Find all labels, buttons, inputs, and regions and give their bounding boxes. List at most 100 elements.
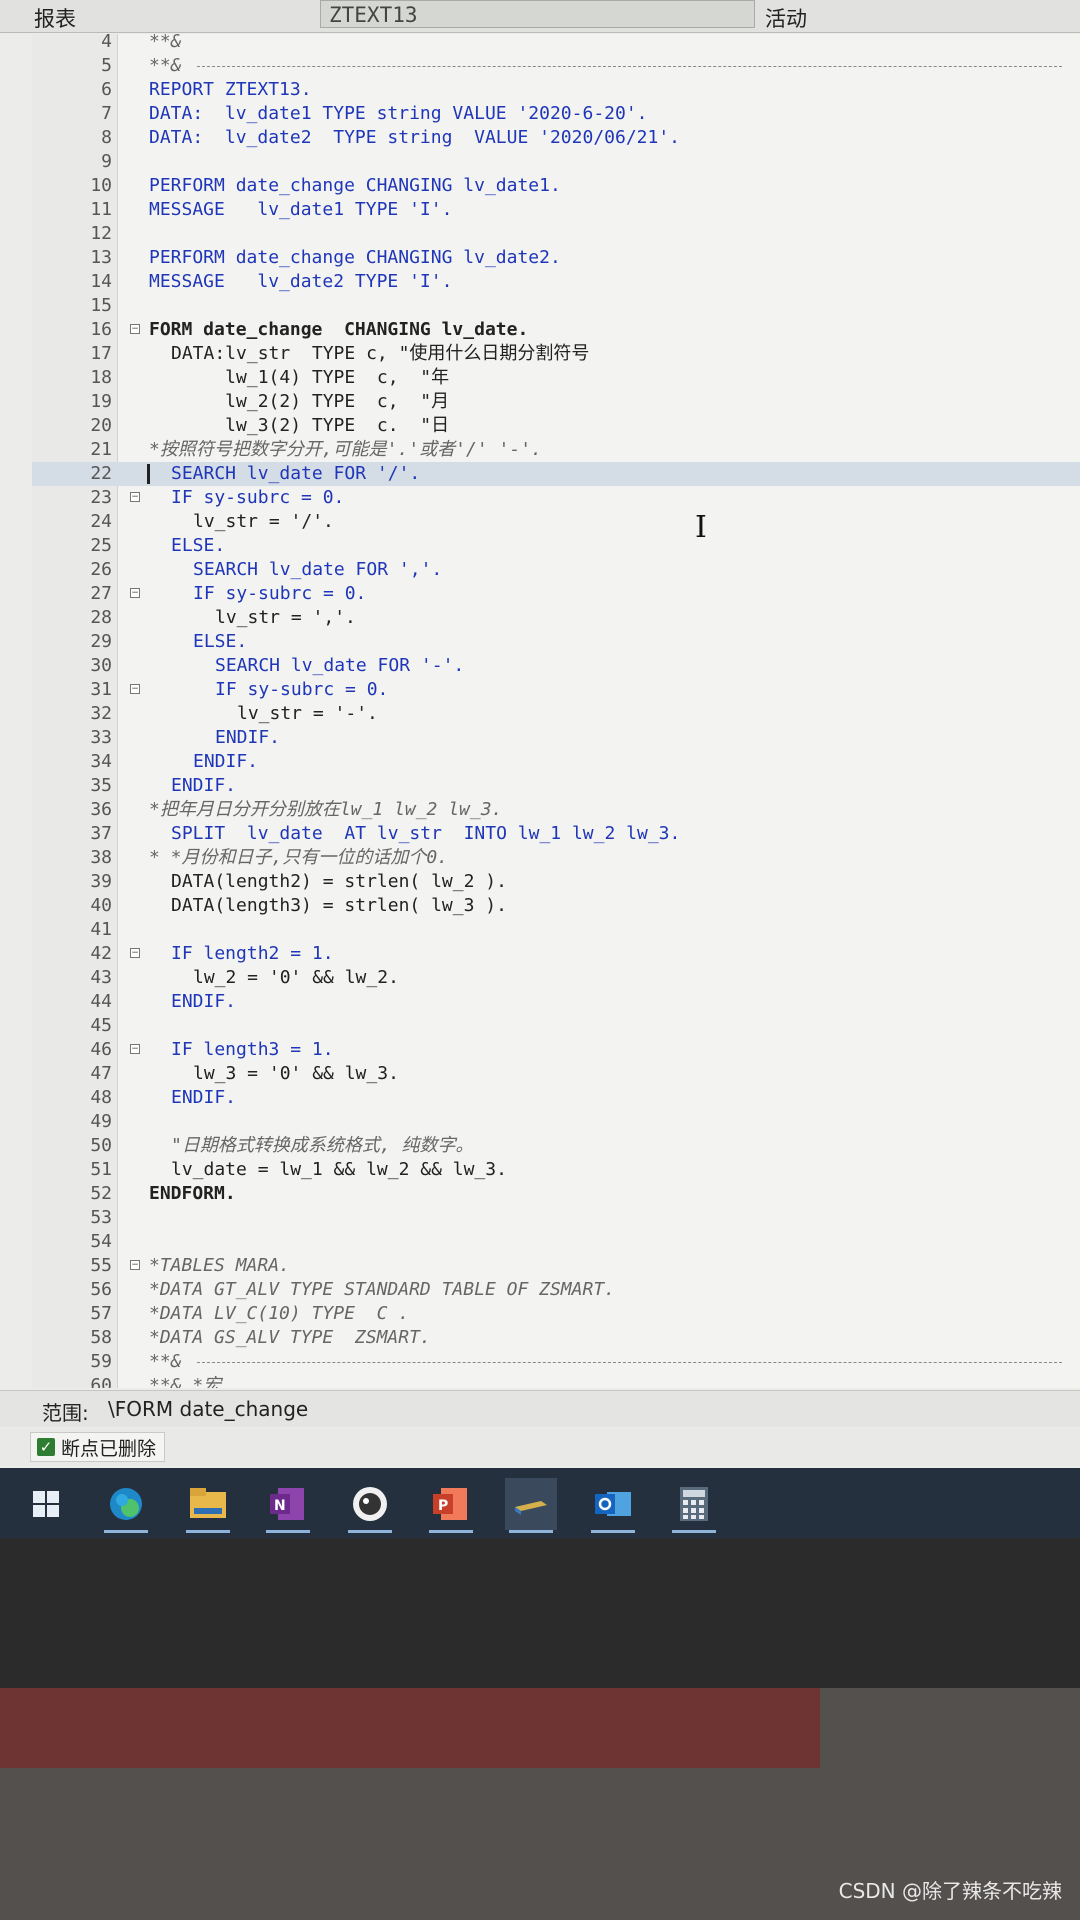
line-number: 12 (90, 223, 112, 244)
fold-toggle-icon[interactable]: − (130, 324, 140, 334)
code-line[interactable]: 60 **& *宏 (32, 1374, 1080, 1388)
onenote-icon[interactable]: N (262, 1478, 314, 1533)
code-line[interactable]: 59 **& (32, 1350, 1080, 1374)
line-number: 26 (90, 559, 112, 580)
code-line[interactable]: 31 − IF sy-subrc = 0. (32, 678, 1080, 702)
status-label: 活动 (765, 7, 807, 31)
fold-toggle-icon[interactable]: − (130, 948, 140, 958)
powerpoint-icon[interactable]: P (425, 1478, 477, 1533)
line-number: 24 (90, 511, 112, 532)
code-line[interactable]: 27 − IF sy-subrc = 0. (32, 582, 1080, 606)
line-number: 43 (90, 967, 112, 988)
code-line[interactable]: 51 lv_date = lw_1 && lw_2 && lw_3. (32, 1158, 1080, 1182)
code-line[interactable]: 40 DATA(length3) = strlen( lw_3 ). (32, 894, 1080, 918)
code-line[interactable]: 53 (32, 1206, 1080, 1230)
code-text: ELSE. (171, 535, 226, 556)
fold-toggle-icon[interactable]: − (130, 1044, 140, 1054)
line-number: 20 (90, 415, 112, 436)
line-number: 31 (90, 679, 112, 700)
code-line[interactable]: 6 REPORT ZTEXT13. (32, 78, 1080, 102)
code-line[interactable]: 5 **& (32, 54, 1080, 78)
code-line[interactable]: 50 "日期格式转换成系统格式, 纯数字。 (32, 1134, 1080, 1158)
code-text: PERFORM date_change CHANGING lv_date2. (149, 247, 561, 268)
windows-start-icon[interactable] (20, 1478, 72, 1530)
code-line[interactable]: 39 DATA(length2) = strlen( lw_2 ). (32, 870, 1080, 894)
code-line[interactable]: 33 ENDIF. (32, 726, 1080, 750)
code-line[interactable]: 7 DATA: lv_date1 TYPE string VALUE '2020-… (32, 102, 1080, 126)
app-icon[interactable] (344, 1478, 396, 1533)
code-line[interactable]: 11 MESSAGE lv_date1 TYPE 'I'. (32, 198, 1080, 222)
code-line[interactable]: 55 − *TABLES MARA. (32, 1254, 1080, 1278)
code-line[interactable]: 24 lv_str = '/'. (32, 510, 1080, 534)
program-name-field[interactable]: ZTEXT13 (320, 0, 755, 28)
code-line[interactable]: 34 ENDIF. (32, 750, 1080, 774)
code-line[interactable]: 17 DATA:lv_str TYPE c, "使用什么日期分割符号 (32, 342, 1080, 366)
code-line[interactable]: 38 * *月份和日子,只有一位的话加个0. (32, 846, 1080, 870)
code-line[interactable]: 28 lv_str = ','. (32, 606, 1080, 630)
code-line[interactable]: 12 (32, 222, 1080, 246)
code-text: ENDIF. (215, 727, 281, 748)
code-line[interactable]: 18 lw_1(4) TYPE c, "年 (32, 366, 1080, 390)
code-line[interactable]: 10 PERFORM date_change CHANGING lv_date1. (32, 174, 1080, 198)
code-line[interactable]: 35 ENDIF. (32, 774, 1080, 798)
code-line[interactable]: 26 SEARCH lv_date FOR ','. (32, 558, 1080, 582)
scope-bar: 范围: \FORM date_change (0, 1390, 1080, 1427)
code-line[interactable]: 41 (32, 918, 1080, 942)
code-line[interactable]: 25 ELSE. (32, 534, 1080, 558)
line-number: 30 (90, 655, 112, 676)
code-line[interactable]: 14 MESSAGE lv_date2 TYPE 'I'. (32, 270, 1080, 294)
code-line[interactable]: 44 ENDIF. (32, 990, 1080, 1014)
code-line[interactable]: 45 (32, 1014, 1080, 1038)
code-line[interactable]: 30 SEARCH lv_date FOR '-'. (32, 654, 1080, 678)
code-line[interactable]: 46 − IF length3 = 1. (32, 1038, 1080, 1062)
code-line[interactable]: 29 ELSE. (32, 630, 1080, 654)
file-explorer-icon[interactable] (182, 1478, 234, 1533)
code-text: lw_2 = '0' && lw_2. (193, 967, 399, 988)
code-text: **& (149, 1351, 182, 1372)
line-number: 33 (90, 727, 112, 748)
code-line[interactable]: 22 SEARCH lv_date FOR '/'. (32, 462, 1080, 486)
monitor-screen: 报表 ZTEXT13 活动 4 **& 5 **& 6 REPORT ZTEXT13. 7 D… (0, 0, 1080, 1495)
code-line[interactable]: 36 *把年月日分开分别放在lw_1 lw_2 lw_3. (32, 798, 1080, 822)
code-line[interactable]: 43 lw_2 = '0' && lw_2. (32, 966, 1080, 990)
code-line[interactable]: 9 (32, 150, 1080, 174)
code-line[interactable]: 54 (32, 1230, 1080, 1254)
code-text: ELSE. (193, 631, 248, 652)
fold-toggle-icon[interactable]: − (130, 492, 140, 502)
watermark-text: CSDN @除了辣条不吃辣 (838, 1879, 1062, 1903)
line-number: 45 (90, 1015, 112, 1036)
sap-gui-icon[interactable] (505, 1478, 557, 1533)
monitor-bezel (0, 1538, 1080, 1688)
code-line[interactable]: 57 *DATA LV_C(10) TYPE C . (32, 1302, 1080, 1326)
fold-toggle-icon[interactable]: − (130, 684, 140, 694)
code-line[interactable]: 47 lw_3 = '0' && lw_3. (32, 1062, 1080, 1086)
code-line[interactable]: 4 **& (32, 34, 1080, 54)
code-line[interactable]: 8 DATA: lv_date2 TYPE string VALUE '2020/… (32, 126, 1080, 150)
fold-toggle-icon[interactable]: − (130, 588, 140, 598)
code-line[interactable]: 56 *DATA GT_ALV TYPE STANDARD TABLE OF ZS… (32, 1278, 1080, 1302)
abap-code-editor[interactable]: 4 **& 5 **& 6 REPORT ZTEXT13. 7 DATA: lv_date1 … (32, 34, 1080, 1388)
code-text: *DATA LV_C(10) TYPE C . (149, 1303, 410, 1324)
code-line[interactable]: 23 − IF sy-subrc = 0. (32, 486, 1080, 510)
code-line[interactable]: 42 − IF length2 = 1. (32, 942, 1080, 966)
code-line[interactable]: 52 ENDFORM. (32, 1182, 1080, 1206)
line-number: 50 (90, 1135, 112, 1156)
code-text: REPORT ZTEXT13. (149, 79, 312, 100)
code-line[interactable]: 32 lv_str = '-'. (32, 702, 1080, 726)
outlook-icon[interactable] (587, 1478, 639, 1533)
code-line[interactable]: 48 ENDIF. (32, 1086, 1080, 1110)
code-line[interactable]: 58 *DATA GS_ALV TYPE ZSMART. (32, 1326, 1080, 1350)
editor-header: 报表 ZTEXT13 活动 (0, 0, 1080, 33)
code-line[interactable]: 49 (32, 1110, 1080, 1134)
code-line[interactable]: 21 *按照符号把数字分开,可能是'.'或者'/' '-'. (32, 438, 1080, 462)
code-line[interactable]: 15 (32, 294, 1080, 318)
edge-icon[interactable] (100, 1478, 152, 1533)
code-line[interactable]: 19 lw_2(2) TYPE c, "月 (32, 390, 1080, 414)
code-line[interactable]: 20 lw_3(2) TYPE c. "日 (32, 414, 1080, 438)
calculator-icon[interactable] (668, 1478, 720, 1533)
line-number: 7 (101, 103, 112, 124)
code-line[interactable]: 13 PERFORM date_change CHANGING lv_date2. (32, 246, 1080, 270)
code-line[interactable]: 37 SPLIT lv_date AT lv_str INTO lw_1 lw_2… (32, 822, 1080, 846)
code-line[interactable]: 16 − FORM date_change CHANGING lv_date. (32, 318, 1080, 342)
fold-toggle-icon[interactable]: − (130, 1260, 140, 1270)
